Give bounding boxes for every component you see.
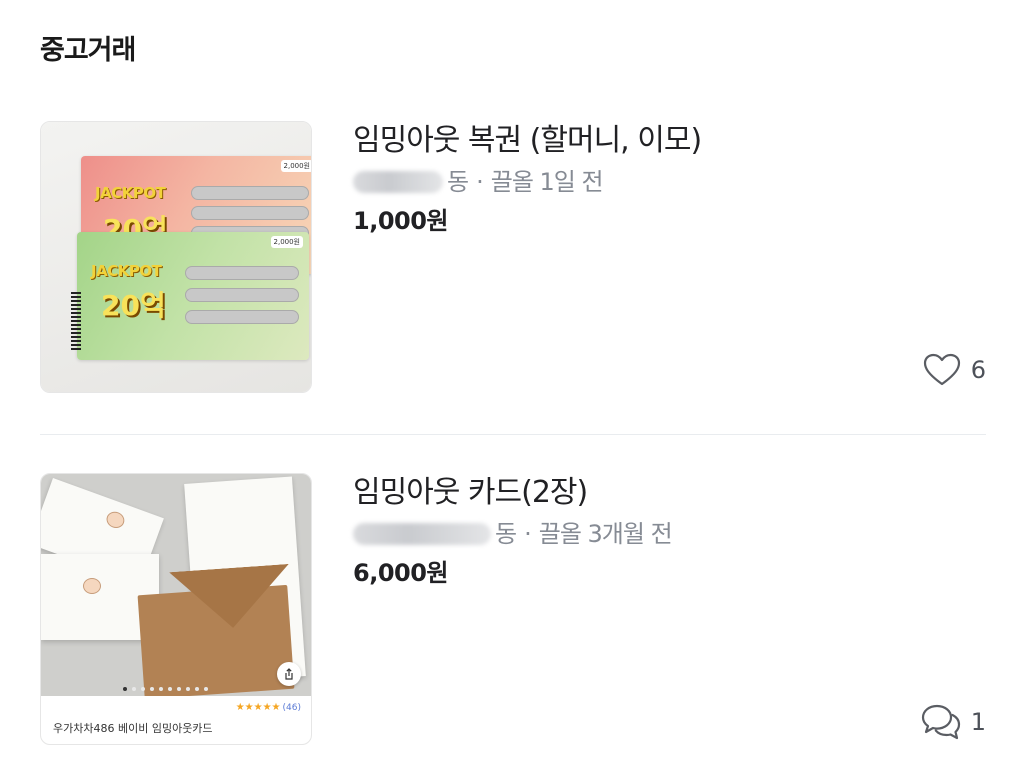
location-suffix: 동	[447, 168, 469, 196]
carousel-dot[interactable]	[204, 687, 208, 691]
scratch-area	[185, 266, 299, 280]
listing-price: 6,000원	[353, 559, 448, 587]
chat-bubbles-icon	[921, 704, 960, 740]
carousel-dot[interactable]	[132, 687, 136, 691]
jackpot-text: JACKPOT	[95, 184, 166, 202]
carousel-dot[interactable]	[177, 687, 181, 691]
listing-time: 끌올 3개월 전	[538, 520, 673, 548]
location-suffix: 동	[495, 520, 517, 548]
share-icon	[285, 668, 293, 680]
list-divider	[40, 434, 986, 435]
baby-illustration-icon	[83, 578, 101, 594]
scratch-area	[185, 288, 299, 302]
meta-separator: ·	[476, 168, 484, 196]
listing-time: 끌올 1일 전	[490, 168, 604, 196]
carousel-dot[interactable]	[159, 687, 163, 691]
listing-title[interactable]: 임밍아웃 카드(2장)	[353, 473, 672, 513]
chat-count-value: 1	[970, 708, 986, 736]
listing-item[interactable]: JACKPOT 20억 2,000원 JACKPOT 20억 2,000원 임밍…	[40, 121, 986, 393]
carousel-dots	[123, 687, 208, 691]
chat-count: 1	[921, 703, 986, 741]
listing-info[interactable]: 임밍아웃 카드(2장) 동 · 끌올 3개월 전 6,000원	[353, 473, 673, 589]
listing-price: 1,000원	[353, 207, 449, 235]
meta-separator: ·	[524, 520, 532, 548]
carousel-dot[interactable]	[141, 687, 145, 691]
page-title: 중고거래	[40, 35, 136, 66]
ticket-price-tag: 2,000원	[270, 236, 303, 248]
baby-illustration-icon	[104, 509, 127, 531]
scratch-area	[185, 310, 299, 324]
redacted-location	[353, 523, 491, 545]
like-count-value: 6	[970, 356, 986, 384]
listing-thumbnail[interactable]: JACKPOT 20억 2,000원 JACKPOT 20억 2,000원	[40, 121, 312, 393]
jackpot-text: JACKPOT	[91, 262, 162, 280]
listing-meta: 동 · 끌올 3개월 전	[353, 519, 673, 549]
listing-info[interactable]: 임밍아웃 복권 (할머니, 이모) 동 · 끌올 1일 전 1,000원	[353, 121, 702, 237]
carousel-dot[interactable]	[150, 687, 154, 691]
listing-meta: 동 · 끌올 1일 전	[353, 167, 701, 197]
review-count: (46)	[282, 703, 301, 713]
listing-item[interactable]: ★★★★★ (46) 우가차차486 베이비 임밍아웃카드 임밍아웃 카드(2장)…	[40, 473, 986, 745]
redacted-location	[353, 171, 443, 193]
like-count: 6	[923, 353, 986, 387]
prize-text: 20억	[101, 289, 166, 322]
heart-icon	[923, 353, 960, 386]
carousel-dot[interactable]	[123, 687, 127, 691]
ticket-price-tag: 2,000원	[280, 160, 311, 172]
lottery-ticket-image: JACKPOT 20억 2,000원	[77, 232, 309, 360]
thumbnail-caption: 우가차차486 베이비 임밍아웃카드	[53, 722, 213, 735]
thumbnail-footer: ★★★★★ (46) 우가차차486 베이비 임밍아웃카드	[41, 696, 311, 744]
scratch-area	[191, 186, 309, 200]
rating-stars: ★★★★★ (46)	[236, 702, 301, 713]
listing-title[interactable]: 임밍아웃 복권 (할머니, 이모)	[353, 121, 702, 161]
share-button[interactable]	[277, 662, 301, 686]
carousel-dot[interactable]	[195, 687, 199, 691]
star-icons: ★★★★★	[235, 702, 281, 713]
carousel-dot[interactable]	[186, 687, 190, 691]
barcode-icon	[71, 292, 81, 352]
listing-thumbnail[interactable]: ★★★★★ (46) 우가차차486 베이비 임밍아웃카드	[40, 473, 312, 745]
carousel-dot[interactable]	[168, 687, 172, 691]
scratch-area	[191, 206, 309, 220]
